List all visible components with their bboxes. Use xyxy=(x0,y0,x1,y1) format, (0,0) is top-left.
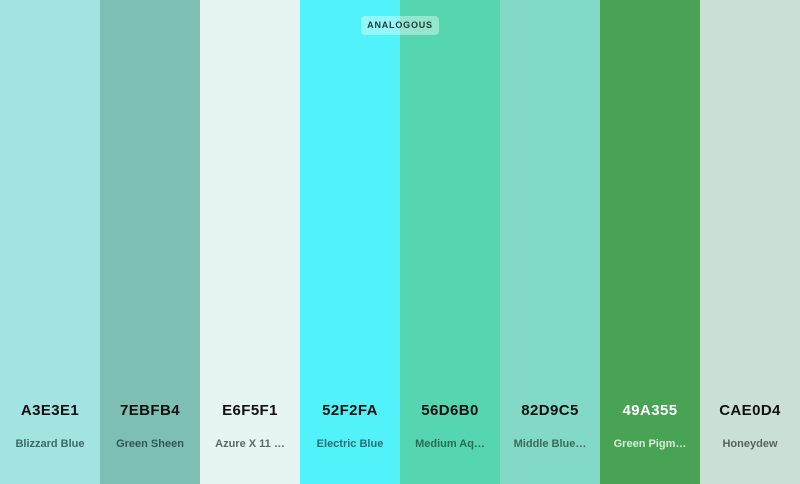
swatch-hex-code[interactable]: A3E3E1 xyxy=(0,402,100,419)
swatch-medium-aquamarine[interactable]: 56D6B0 Medium Aq… xyxy=(400,0,500,484)
swatch-color-name: Green Sheen xyxy=(116,438,184,450)
swatch-hex-code[interactable]: E6F5F1 xyxy=(200,402,300,419)
swatch-green-pigment[interactable]: 49A355 Green Pigm… xyxy=(600,0,700,484)
swatch-hex-code[interactable]: 52F2FA xyxy=(300,402,400,419)
swatch-hex-code[interactable]: 82D9C5 xyxy=(500,402,600,419)
swatch-middle-blue-green[interactable]: 82D9C5 Middle Blue… xyxy=(500,0,600,484)
swatch-color-name: Middle Blue… xyxy=(513,438,587,450)
swatch-blizzard-blue[interactable]: A3E3E1 Blizzard Blue xyxy=(0,0,100,484)
swatch-electric-blue[interactable]: 52F2FA Electric Blue xyxy=(300,0,400,484)
swatch-color-name: Electric Blue xyxy=(316,438,384,450)
palette-type-badge: ANALOGOUS xyxy=(361,16,439,35)
color-palette: A3E3E1 Blizzard Blue 7EBFB4 Green Sheen … xyxy=(0,0,800,484)
swatch-color-name: Medium Aq… xyxy=(415,438,485,450)
swatch-azure-x11[interactable]: E6F5F1 Azure X 11 … xyxy=(200,0,300,484)
swatch-color-name: Blizzard Blue xyxy=(15,438,85,450)
swatch-color-name: Green Pigm… xyxy=(613,438,687,450)
swatch-hex-code[interactable]: 56D6B0 xyxy=(400,402,500,419)
swatch-color-name: Azure X 11 … xyxy=(215,438,285,450)
swatch-honeydew[interactable]: CAE0D4 Honeydew xyxy=(700,0,800,484)
swatch-green-sheen[interactable]: 7EBFB4 Green Sheen xyxy=(100,0,200,484)
swatch-color-name: Honeydew xyxy=(722,438,778,450)
swatch-hex-code[interactable]: CAE0D4 xyxy=(700,402,800,419)
swatch-hex-code[interactable]: 49A355 xyxy=(600,402,700,419)
swatch-hex-code[interactable]: 7EBFB4 xyxy=(100,402,200,419)
